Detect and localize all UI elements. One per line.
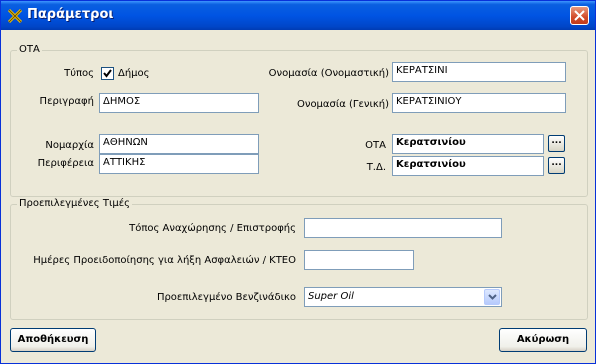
gas-station-value: Super Oil [308, 291, 354, 302]
name-nominative-label: Ονομασία (Ονομαστική) [268, 68, 389, 79]
departure-label: Τόπος Αναχώρησης / Επιστροφής [129, 223, 296, 234]
window-title: Παράμετροι [27, 7, 114, 22]
name-genitive-label: Ονομασία (Γενική) [296, 99, 389, 110]
gas-station-select[interactable]: Super Oil [304, 287, 502, 307]
save-button[interactable]: Αποθήκευση [10, 328, 96, 352]
ota-label: ΟΤΑ [365, 140, 386, 151]
name-genitive-field[interactable]: ΚΕΡΑΤΣΙΝΙΟΥ [392, 93, 566, 113]
region-label: Περιφέρεια [37, 158, 94, 169]
app-icon [7, 8, 23, 24]
region-field[interactable]: ΑΤΤΙΚΗΣ [99, 154, 259, 174]
checkmark-icon [103, 69, 112, 78]
departure-field[interactable] [304, 218, 502, 238]
ota-group-title: ΟΤΑ [17, 44, 42, 55]
type-label: Τύπος [64, 68, 94, 79]
td-browse-button[interactable]: ... [548, 157, 565, 174]
td-label: Τ.Δ. [366, 162, 386, 173]
title-bar[interactable]: Παράμετροι [1, 1, 595, 30]
dialog-body: ΟΤΑ Τύπος Δήμος Περιγραφή ΔΗΜΟΣ Νομαρχία… [4, 30, 592, 360]
close-button[interactable] [570, 6, 589, 25]
dropdown-arrow-button[interactable] [484, 289, 500, 305]
parameters-window: Παράμετροι ΟΤΑ Τύπος Δήμος Περιγραφή ΔΗΜ… [0, 0, 596, 364]
prefecture-field[interactable]: ΑΘΗΝΩΝ [99, 134, 259, 154]
name-nominative-field[interactable]: ΚΕΡΑΤΣΙΝΙ [392, 62, 566, 82]
ota-field[interactable]: Κερατσινίου [392, 134, 544, 154]
defaults-group-title: Προεπιλεγμένες Τιμές [17, 198, 132, 209]
cancel-button[interactable]: Ακύρωση [499, 328, 587, 352]
td-field[interactable]: Κερατσινίου [392, 156, 544, 176]
notice-days-label: Ημέρες Προειδοποίησης για λήξη Ασφαλειών… [33, 255, 296, 266]
description-label: Περιγραφή [39, 96, 94, 107]
close-icon [574, 10, 585, 21]
municipality-checkbox-label: Δήμος [118, 68, 150, 79]
notice-days-field[interactable] [304, 250, 414, 270]
municipality-checkbox[interactable] [101, 67, 114, 80]
chevron-down-icon [488, 294, 497, 300]
description-field[interactable]: ΔΗΜΟΣ [99, 93, 259, 113]
gas-station-label: Προεπιλεγμένο Βενζινάδικο [156, 292, 296, 303]
prefecture-label: Νομαρχία [45, 140, 94, 151]
ota-browse-button[interactable]: ... [548, 135, 565, 152]
